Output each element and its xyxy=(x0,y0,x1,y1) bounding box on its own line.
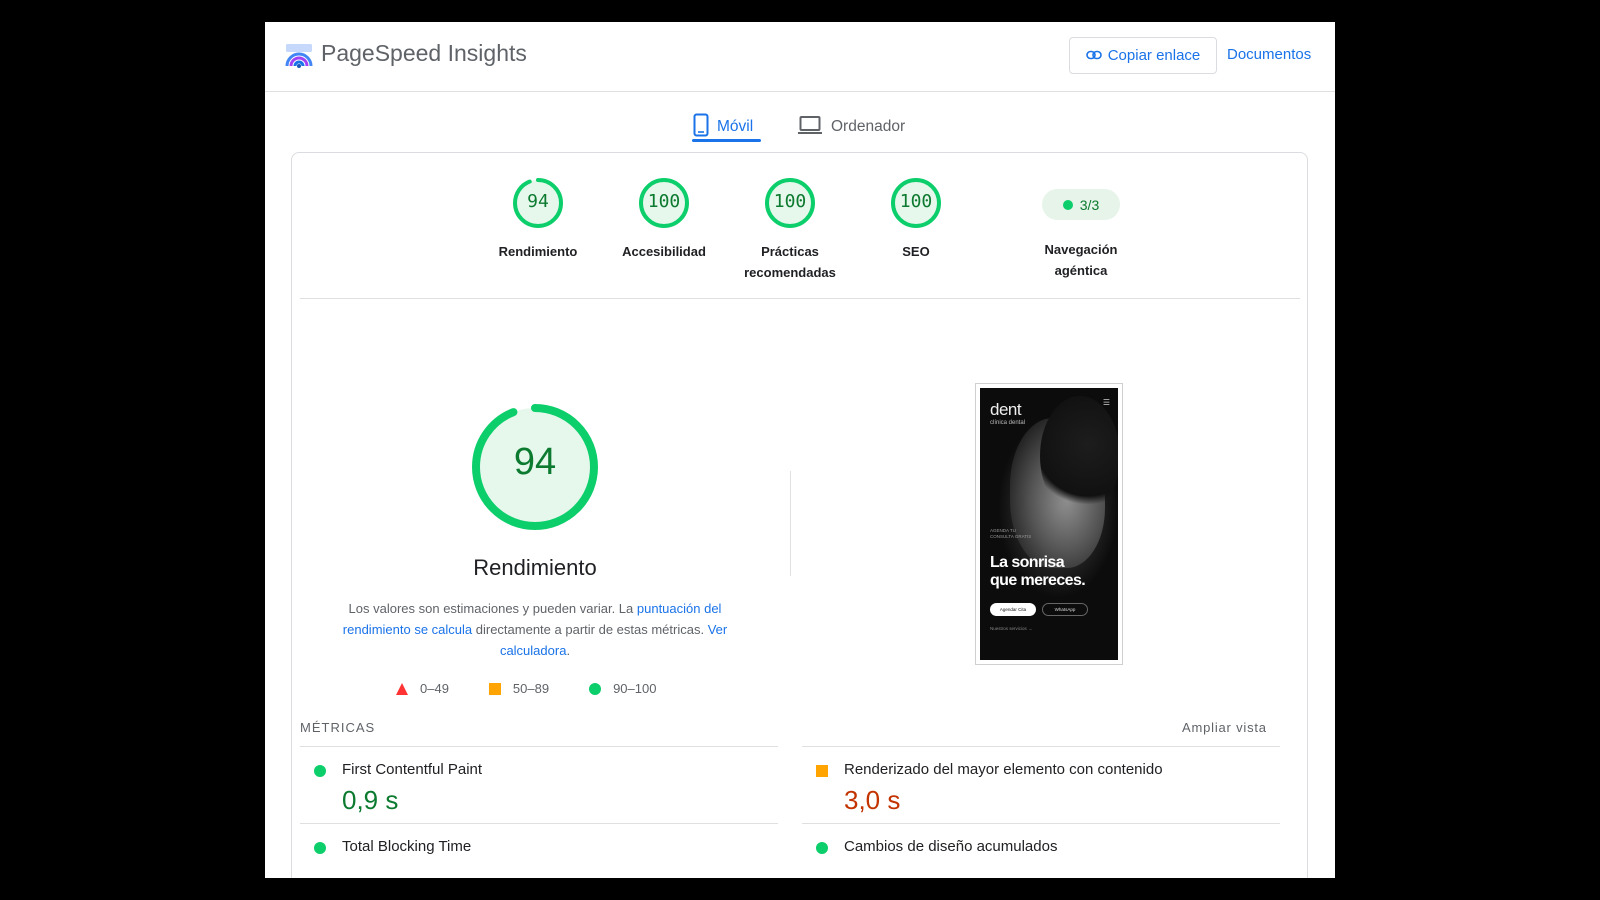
agentic-label: Navegación agéntica xyxy=(1044,242,1118,278)
site-button-primary: Agendar Cita xyxy=(990,603,1036,616)
metric-name: Cambios de diseño acumulados xyxy=(844,838,1058,855)
performance-score: 94 xyxy=(513,441,557,483)
gauge-label: Prácticas recomendadas xyxy=(744,244,836,280)
performance-title: Rendimiento xyxy=(473,555,597,580)
active-tab-indicator xyxy=(692,139,761,142)
agentic-value: 3/3 xyxy=(1079,196,1100,213)
green-circle-icon xyxy=(314,765,326,777)
red-triangle-icon xyxy=(396,682,408,695)
tab-mobile-label: Móvil xyxy=(717,118,754,135)
legend-item: 0–49 xyxy=(396,681,449,696)
site-headline: La sonrisa que mereces. xyxy=(990,554,1086,590)
docs-link[interactable]: Documentos xyxy=(1227,46,1311,63)
portrait-hair xyxy=(1040,396,1118,516)
divider xyxy=(300,823,778,824)
legend-range: 0–49 xyxy=(420,681,449,696)
link-icon xyxy=(1085,47,1102,64)
hamburger-icon: ☰ xyxy=(1102,398,1110,407)
divider xyxy=(300,298,1300,299)
tab-desktop[interactable]: Ordenador xyxy=(797,102,905,152)
header: PageSpeed Insights Copiar enlace Documen… xyxy=(265,22,1335,92)
divider xyxy=(802,746,1280,747)
site-subtitle: clínica dental xyxy=(990,420,1026,426)
site-logo: dent xyxy=(990,400,1022,419)
green-dot-icon xyxy=(1062,199,1073,210)
green-circle-icon xyxy=(314,842,326,854)
gauge-score: 100 xyxy=(647,191,681,212)
score-legend: 0–49 50–89 90–100 xyxy=(396,681,696,696)
gauge-label: Accesibilidad xyxy=(622,244,706,259)
orange-square-icon xyxy=(488,682,501,695)
gauge-score: 100 xyxy=(899,191,933,212)
green-circle-icon xyxy=(589,682,602,695)
metric-lcp: Renderizado del mayor elemento con conte… xyxy=(816,761,1276,821)
metric-name: Renderizado del mayor elemento con conte… xyxy=(844,761,1163,778)
legend-item: 90–100 xyxy=(589,681,656,696)
app-title: PageSpeed Insights xyxy=(321,40,527,66)
gauge-performance[interactable]: 94 Rendimiento xyxy=(483,177,593,262)
desc-text: directamente a partir de estas métricas. xyxy=(472,622,708,637)
headline-line: La sonrisa xyxy=(990,554,1065,571)
gauge-score: 94 xyxy=(527,191,549,212)
gauge-label: SEO xyxy=(902,244,930,259)
vertical-divider xyxy=(790,471,791,576)
metric-name: First Contentful Paint xyxy=(342,761,483,778)
report-card: 94 Rendimiento 100 Accesibilidad 100 Prá… xyxy=(291,152,1308,878)
performance-description: Los valores son estimaciones y pueden va… xyxy=(328,598,742,661)
metric-value: 0,9 s xyxy=(342,785,399,815)
laptop-icon xyxy=(797,115,823,140)
metric-fcp: First Contentful Paint 0,9 s xyxy=(314,761,774,821)
legend-item: 50–89 xyxy=(488,681,550,696)
site-small-text: AGENDA TU CONSULTA GRATIS xyxy=(990,528,1032,539)
orange-square-icon xyxy=(816,765,828,777)
expand-view-button[interactable]: Ampliar vista xyxy=(1182,720,1267,735)
agentic-badge[interactable]: 3/3 xyxy=(1042,189,1120,220)
copy-link-button[interactable]: Copiar enlace xyxy=(1069,37,1217,74)
page-screenshot[interactable]: dent clínica dental ☰ AGENDA TU CONSULTA… xyxy=(975,383,1123,665)
divider xyxy=(300,746,778,747)
desc-text: Los valores son estimaciones y pueden va… xyxy=(348,601,637,616)
divider xyxy=(802,823,1280,824)
headline-line: que mereces. xyxy=(990,572,1086,589)
metrics-title: MÉTRICAS xyxy=(300,720,376,735)
metric-name: Total Blocking Time xyxy=(342,838,472,855)
pagespeed-logo-icon[interactable] xyxy=(285,42,313,70)
green-circle-icon xyxy=(816,842,828,854)
metric-tbt: Total Blocking Time xyxy=(314,838,774,878)
phone-icon xyxy=(693,113,709,142)
legend-range: 50–89 xyxy=(512,681,550,696)
pagespeed-app: PageSpeed Insights Copiar enlace Documen… xyxy=(265,22,1335,878)
copy-link-label: Copiar enlace xyxy=(1107,47,1201,64)
metric-cls: Cambios de diseño acumulados xyxy=(816,838,1276,878)
tab-desktop-label: Ordenador xyxy=(831,118,906,135)
gauge-seo[interactable]: 100 SEO xyxy=(861,177,971,262)
site-link: Nuestros servicios → xyxy=(990,626,1033,631)
tab-mobile[interactable]: Móvil xyxy=(693,102,753,152)
gauge-label: Rendimiento xyxy=(498,244,578,259)
site-button-secondary: WhatsApp xyxy=(1042,603,1088,616)
gauge-accessibility[interactable]: 100 Accesibilidad xyxy=(609,177,719,262)
legend-range: 90–100 xyxy=(613,681,657,696)
desc-text: . xyxy=(566,643,571,658)
metric-value: 3,0 s xyxy=(844,785,901,815)
screenshot-image: dent clínica dental ☰ AGENDA TU CONSULTA… xyxy=(980,388,1118,660)
gauge-score: 100 xyxy=(773,191,807,212)
gauge-best-practices[interactable]: 100 Prácticas recomendadas xyxy=(735,177,845,283)
